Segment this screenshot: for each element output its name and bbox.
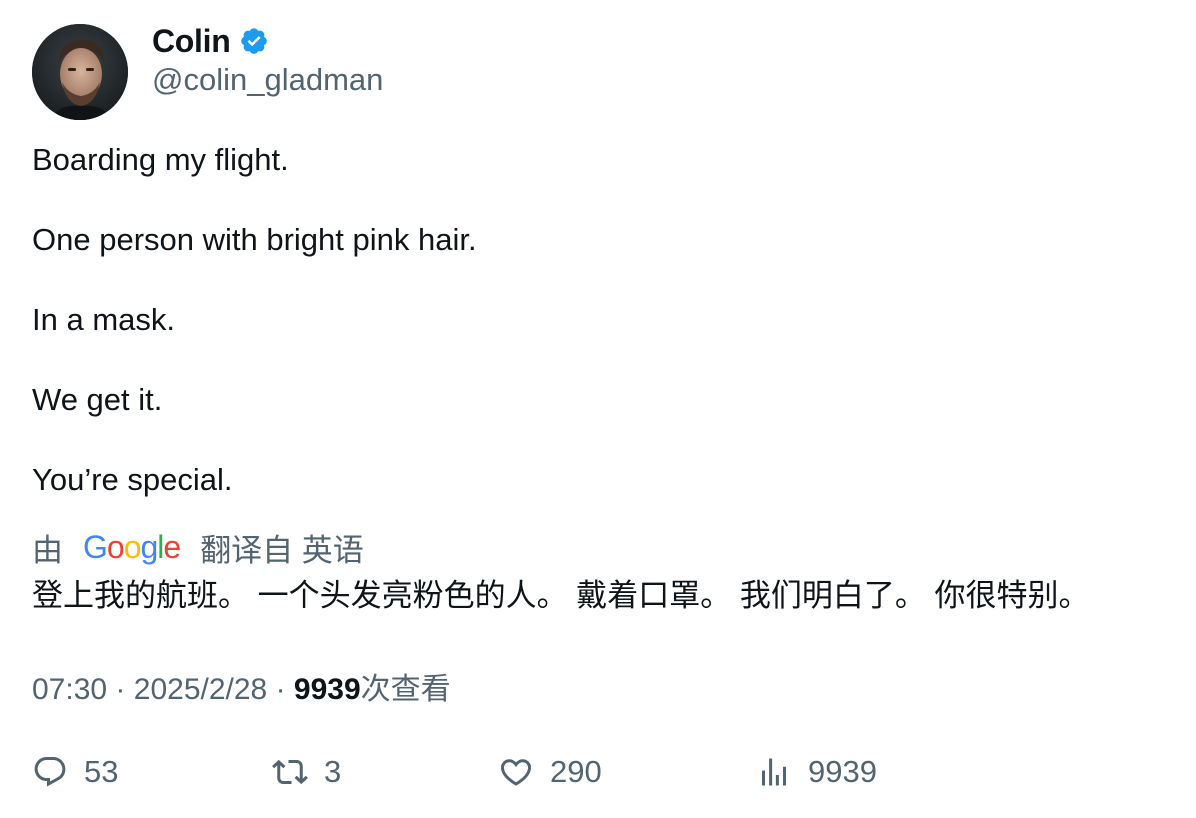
avatar[interactable] bbox=[32, 24, 128, 120]
tweet-paragraph: One person with bright pink hair. bbox=[32, 222, 477, 257]
translation-prefix: 由 bbox=[32, 532, 63, 568]
verified-badge-icon[interactable] bbox=[239, 26, 269, 56]
tweet-date[interactable]: 2025/2/28 bbox=[134, 673, 267, 706]
translation-attribution[interactable]: 由 Google 翻译自 英语 bbox=[32, 526, 364, 568]
display-name[interactable]: Colin bbox=[152, 23, 231, 60]
heart-icon bbox=[500, 759, 532, 786]
like-count: 290 bbox=[550, 754, 602, 789]
repost-count: 3 bbox=[324, 754, 342, 789]
reply-button[interactable]: 53 bbox=[32, 748, 118, 796]
repost-arrows-icon bbox=[272, 759, 308, 785]
google-logo-letter: o bbox=[106, 528, 125, 565]
author-handle[interactable]: @colin_gladman bbox=[152, 62, 383, 98]
reply-count: 53 bbox=[84, 754, 119, 789]
tweet-time[interactable]: 07:30 bbox=[32, 673, 107, 706]
repost-button[interactable]: 3 bbox=[272, 748, 341, 796]
google-logo-letter: o bbox=[123, 528, 142, 565]
google-logo-letter: e bbox=[163, 528, 181, 565]
tweet-paragraph: We get it. bbox=[32, 382, 163, 417]
avatar-photo bbox=[32, 24, 128, 120]
views-count-action: 9939 bbox=[808, 754, 877, 789]
tweet-paragraph: In a mask. bbox=[32, 302, 175, 337]
meta-separator: · bbox=[275, 673, 286, 706]
tweet-paragraph: You’re special. bbox=[32, 462, 233, 497]
google-logo-letter: G bbox=[83, 528, 108, 565]
bar-chart-icon bbox=[762, 758, 786, 786]
tweet-paragraph: Boarding my flight. bbox=[32, 142, 289, 177]
tweet-body: Boarding my flight. One person with brig… bbox=[32, 140, 1172, 540]
action-bar: 53 3 290 9939 bbox=[32, 748, 1172, 796]
tweet-meta: 07:30 · 2025/2/28 · 9939次查看 bbox=[32, 664, 451, 708]
author-name-row: Colin bbox=[152, 22, 383, 60]
google-logo-letter: g bbox=[140, 528, 158, 565]
speech-bubble-icon bbox=[34, 757, 66, 787]
views-button[interactable]: 9939 bbox=[756, 748, 877, 796]
translated-text: 登上我的航班。 一个头发亮粉色的人。 戴着口罩。 我们明白了。 你很特别。 bbox=[32, 578, 1090, 613]
author-block: Colin @colin_gladman bbox=[152, 22, 383, 98]
google-logo: Google bbox=[83, 528, 181, 566]
meta-separator: · bbox=[115, 673, 126, 706]
views-count: 9939 bbox=[293, 673, 361, 706]
views-label: 次查看 bbox=[360, 673, 451, 706]
translation-suffix: 翻译自 英语 bbox=[200, 532, 364, 568]
like-button[interactable]: 290 bbox=[498, 748, 602, 796]
